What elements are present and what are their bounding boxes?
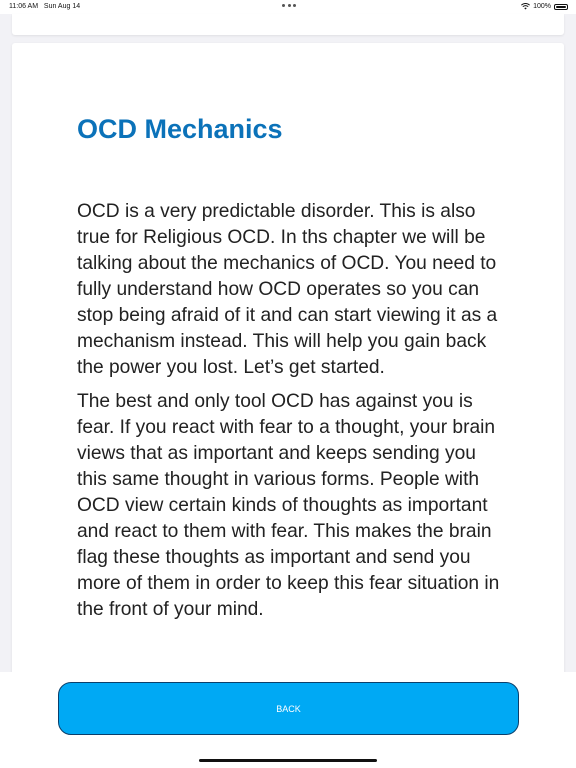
- chapter-body: OCD is a very predictable disorder. This…: [77, 199, 502, 631]
- previous-card: [12, 14, 564, 35]
- back-button[interactable]: BACK: [58, 682, 519, 735]
- chapter-title: OCD Mechanics: [77, 114, 283, 144]
- battery-icon: [554, 3, 568, 10]
- status-date: Sun Aug 14: [43, 3, 81, 10]
- chapter-paragraph: The best and only tool OCD has against y…: [77, 391, 500, 620]
- battery-percentage: 100%: [533, 3, 551, 10]
- status-time-date: 11:06 AM Sun Aug 14: [9, 3, 80, 10]
- status-time: 11:06 AM: [9, 3, 39, 10]
- status-bar: 11:06 AM Sun Aug 14 100%: [0, 0, 576, 14]
- wifi-icon: [521, 3, 531, 10]
- home-indicator[interactable]: [199, 759, 377, 762]
- more-dots-icon[interactable]: [282, 4, 296, 8]
- chapter-paragraph: OCD is a very predictable disorder. This…: [77, 201, 498, 378]
- status-indicators: 100%: [521, 3, 568, 10]
- chapter-card: OCD Mechanics OCD is a very predictable …: [12, 43, 564, 683]
